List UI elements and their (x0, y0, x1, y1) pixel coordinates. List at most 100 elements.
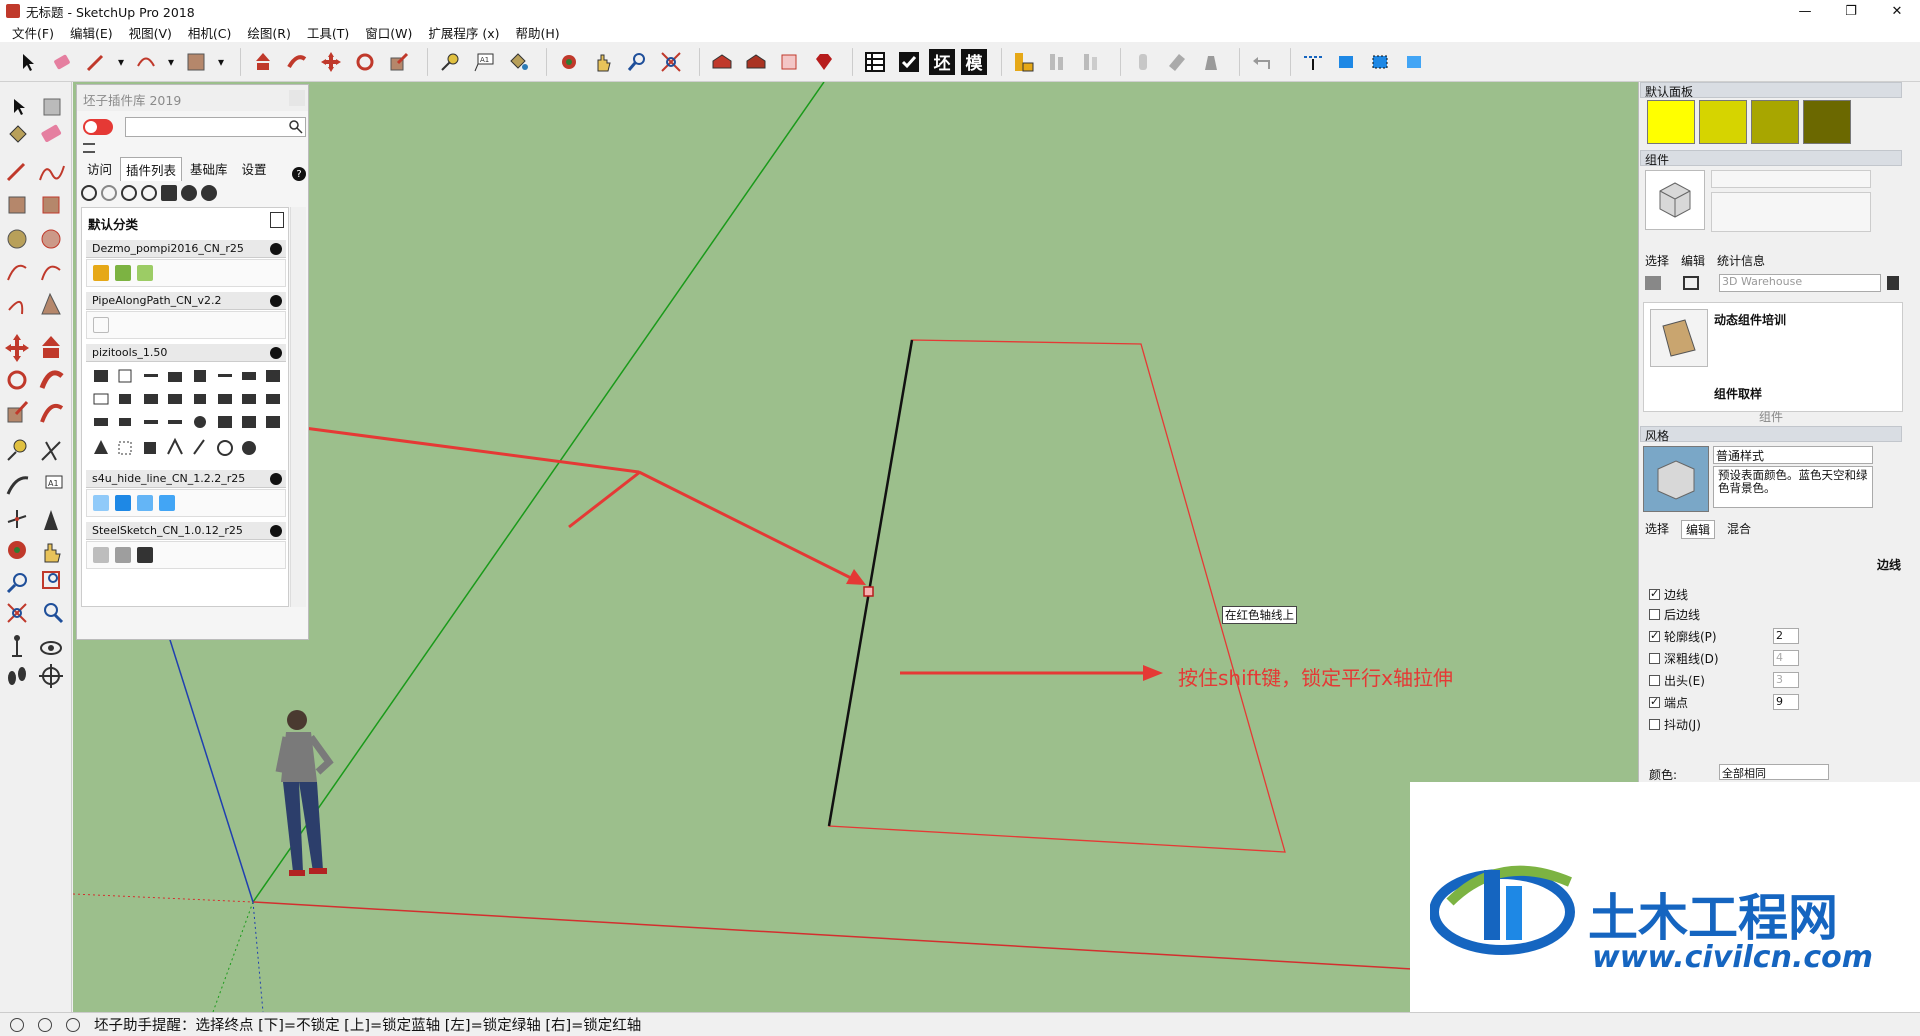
undo-icon[interactable] (1248, 48, 1276, 76)
tab-settings[interactable]: 设置 (236, 156, 273, 181)
follow-me-tool-icon[interactable] (39, 370, 64, 389)
axes-tool-icon[interactable] (7, 510, 27, 528)
select-tool-icon[interactable] (14, 99, 25, 115)
help-icon[interactable]: ? (292, 167, 306, 181)
steel-cylinder-icon[interactable] (1129, 48, 1157, 76)
warehouse-search-input[interactable]: 3D Warehouse (1719, 274, 1881, 292)
tool-icon[interactable] (168, 394, 182, 404)
dropdown-icon[interactable]: ▾ (116, 48, 126, 76)
tool-icon[interactable] (144, 420, 158, 424)
tool-icon[interactable] (93, 393, 109, 405)
tool-icon[interactable] (266, 416, 280, 428)
hide-dash-box-icon[interactable] (1367, 48, 1395, 76)
pin-icon[interactable] (270, 212, 284, 228)
tab-plugin-list[interactable]: 插件列表 (120, 157, 183, 181)
move-tool-icon[interactable] (5, 334, 29, 362)
minimize-icon[interactable]: — (1782, 0, 1828, 22)
tool-icon[interactable] (167, 437, 183, 455)
color-swatch[interactable] (1647, 100, 1695, 144)
depth-cue-input[interactable]: 4 (1773, 650, 1799, 666)
tool-icon[interactable] (144, 394, 158, 404)
styles-header[interactable]: 风格 (1640, 426, 1902, 443)
scale-icon[interactable] (385, 48, 413, 76)
protractor-tool-icon[interactable] (6, 476, 29, 495)
paint-tool-icon[interactable] (9, 125, 27, 143)
tape-tool-icon[interactable] (7, 439, 27, 461)
check-icon[interactable] (270, 525, 282, 537)
section-plane-icon[interactable] (39, 664, 63, 688)
play-icon[interactable] (201, 185, 217, 201)
user-icon[interactable] (66, 1017, 80, 1032)
zoom-tool-icon[interactable] (6, 573, 27, 594)
position-camera-icon[interactable] (12, 635, 22, 657)
tool-icon[interactable] (242, 394, 256, 404)
extension-input[interactable]: 3 (1773, 672, 1799, 688)
3d-text-tool-icon[interactable] (44, 510, 58, 530)
dezmo-align-icon[interactable] (1044, 48, 1072, 76)
tool-icon[interactable] (194, 394, 206, 404)
menu-tools[interactable]: 工具(T) (299, 23, 357, 42)
tool-icon[interactable] (94, 418, 108, 426)
checkbox[interactable] (1649, 695, 1660, 708)
rectangle-icon[interactable] (182, 48, 210, 76)
setting-back-edges[interactable]: 后边线 (1649, 606, 1700, 623)
check-icon[interactable] (270, 295, 282, 307)
geo-location-icon[interactable] (10, 1017, 24, 1032)
search-icon[interactable] (289, 120, 303, 134)
pipe-along-path-icon[interactable] (93, 317, 109, 333)
tool-icon[interactable] (218, 374, 232, 377)
style-name-field[interactable]: 普通样式 (1713, 446, 1873, 464)
checkbox[interactable] (1649, 609, 1660, 620)
plugin-row-pipe[interactable]: PipeAlongPath_CN_v2.2 (86, 292, 286, 310)
tool-icon[interactable] (242, 441, 256, 455)
info-icon[interactable] (38, 1017, 52, 1032)
pie-tool-icon[interactable] (41, 292, 61, 315)
tool-icon[interactable] (94, 370, 108, 382)
checkbox[interactable] (1649, 629, 1660, 642)
orbit-icon[interactable] (555, 48, 583, 76)
endpoints-input[interactable]: 9 (1773, 694, 1799, 710)
tab-statistics[interactable]: 统计信息 (1717, 252, 1765, 269)
component-item-title[interactable]: 动态组件培训 (1714, 311, 1786, 328)
restore-icon[interactable]: ❐ (1828, 0, 1874, 22)
style-description[interactable]: 预设表面颜色。蓝色天空和绿色背景色。 (1713, 466, 1873, 508)
checkbox[interactable] (1649, 587, 1660, 600)
zoom-icon[interactable] (623, 48, 651, 76)
setting-profiles[interactable]: 轮廓线(P) (1649, 628, 1717, 645)
menu-draw[interactable]: 绘图(R) (239, 23, 298, 42)
rotated-rectangle-icon[interactable] (42, 196, 60, 214)
polygon-tool-icon[interactable] (41, 229, 61, 249)
close-icon[interactable]: ✕ (1874, 0, 1920, 22)
rectangle-tool-icon[interactable] (8, 196, 26, 214)
push-pull-tool-icon[interactable] (42, 336, 60, 358)
tool-icon[interactable] (144, 374, 158, 377)
line-tool-icon[interactable] (6, 162, 26, 182)
component-desc-field[interactable] (1711, 192, 1871, 232)
zoom-extents-icon[interactable] (657, 48, 685, 76)
checkbox[interactable] (1649, 675, 1660, 686)
tool-icon[interactable] (242, 372, 256, 380)
tool-icon[interactable] (266, 394, 280, 404)
text-label-icon[interactable]: A1 (470, 48, 498, 76)
setting-depth-cue[interactable]: 深粗线(D) (1649, 650, 1719, 667)
component-thumbnail-icon[interactable] (1650, 309, 1708, 367)
tab-edit[interactable]: 编辑 (1681, 252, 1705, 269)
home-icon[interactable] (1683, 276, 1699, 290)
paint-bucket-icon[interactable] (504, 48, 532, 76)
setting-extension[interactable]: 出头(E) (1649, 672, 1705, 689)
offset-tool-icon[interactable] (40, 403, 64, 423)
folder-icon[interactable] (161, 185, 177, 201)
pan-hand-icon[interactable] (589, 48, 617, 76)
menu-edit[interactable]: 编辑(E) (62, 23, 121, 42)
refresh-icon[interactable] (121, 185, 137, 201)
menu-file[interactable]: 文件(F) (4, 23, 62, 42)
add-plugin-icon[interactable] (81, 185, 97, 201)
component-name-field[interactable] (1711, 170, 1871, 188)
tool-icon[interactable] (94, 440, 108, 454)
hide-box-icon[interactable] (1333, 48, 1361, 76)
hide-line-icon[interactable] (93, 495, 109, 511)
orbit-tool-icon[interactable] (8, 541, 26, 559)
model-button[interactable]: 模 (961, 48, 987, 75)
steel-plate-icon[interactable] (1163, 48, 1191, 76)
hamburger-icon[interactable] (83, 143, 95, 153)
